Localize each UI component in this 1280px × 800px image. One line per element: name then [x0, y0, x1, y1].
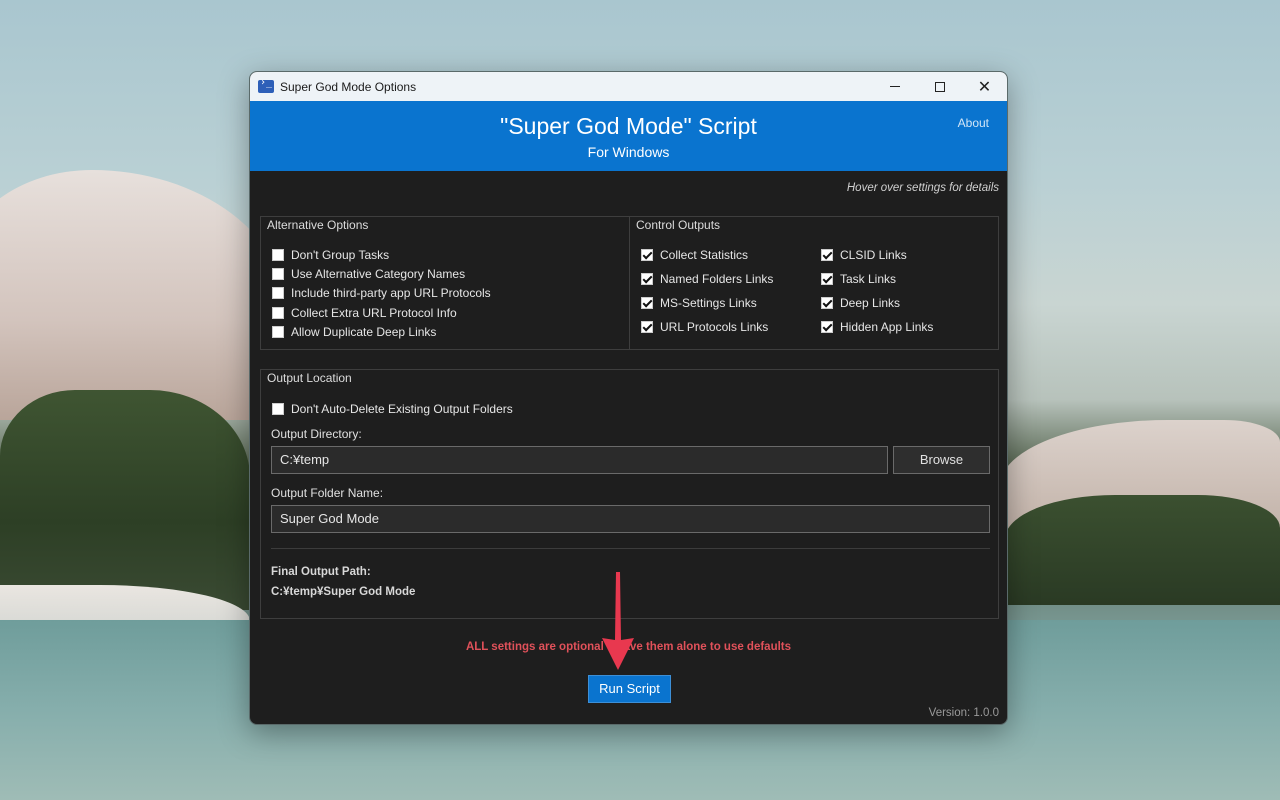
checkbox-label: Include third-party app URL Protocols [291, 286, 491, 300]
run-script-button[interactable]: Run Script [588, 675, 671, 703]
checkbox[interactable] [272, 287, 284, 299]
checkbox-label: Use Alternative Category Names [291, 267, 466, 281]
checkbox-label: Collect Statistics [660, 248, 749, 262]
output-ms-settings-links[interactable]: MS-Settings Links [641, 296, 757, 310]
output-folder-name-input[interactable]: Super God Mode [271, 505, 990, 533]
checkbox-checked[interactable] [821, 297, 833, 309]
wallpaper-forest-right [1005, 495, 1280, 605]
group-legend: Control Outputs [636, 218, 721, 232]
output-hidden-app-links[interactable]: Hidden App Links [821, 320, 933, 334]
output-clsid-links[interactable]: CLSID Links [821, 248, 907, 262]
powershell-icon [258, 77, 274, 93]
app-window: Super God Mode Options ✕ "Super God Mode… [249, 71, 1008, 725]
checkbox-checked[interactable] [641, 321, 653, 333]
output-directory-input[interactable]: C:¥temp [271, 446, 888, 474]
group-legend: Output Location [267, 371, 352, 385]
output-collect-statistics[interactable]: Collect Statistics [641, 248, 748, 262]
title-bar[interactable]: Super God Mode Options ✕ [250, 72, 1007, 101]
header-subtitle: For Windows [587, 144, 670, 160]
checkbox-label: Named Folders Links [660, 272, 774, 286]
checkbox-label: MS-Settings Links [660, 296, 757, 310]
defaults-warning: ALL settings are optional - leave them a… [465, 641, 792, 653]
checkbox[interactable] [272, 268, 284, 280]
checkbox-label: Hidden App Links [840, 320, 934, 334]
wallpaper-forest-left [0, 390, 250, 610]
hover-hint: Hover over settings for details [846, 182, 999, 194]
checkbox-label: Collect Extra URL Protocol Info [291, 306, 457, 320]
divider [271, 548, 990, 549]
app-header: "Super God Mode" Script For Windows Abou… [250, 101, 1007, 171]
checkbox-checked[interactable] [641, 249, 653, 261]
version-label: Version: 1.0.0 [928, 707, 999, 719]
final-output-path-value: C:¥temp¥Super God Mode [271, 586, 416, 598]
checkbox-label: CLSID Links [840, 248, 907, 262]
option-third-party-url-protocols[interactable]: Include third-party app URL Protocols [272, 286, 491, 300]
close-icon: ✕ [977, 76, 992, 96]
checkbox-label: Don't Auto-Delete Existing Output Folder… [291, 402, 513, 416]
window-title: Super God Mode Options [280, 79, 417, 94]
browse-button[interactable]: Browse [893, 446, 990, 474]
checkbox-checked[interactable] [821, 321, 833, 333]
option-dont-group-tasks[interactable]: Don't Group Tasks [272, 248, 389, 262]
option-extra-url-protocol-info[interactable]: Collect Extra URL Protocol Info [272, 306, 457, 320]
output-deep-links[interactable]: Deep Links [821, 296, 900, 310]
control-outputs-group: Control Outputs Collect Statistics Named… [629, 216, 999, 350]
output-folder-name-label: Output Folder Name: [271, 486, 384, 500]
alternative-options-group: Alternative Options Don't Group Tasks Us… [260, 216, 630, 350]
maximize-icon [934, 81, 945, 92]
output-url-protocols-links[interactable]: URL Protocols Links [641, 320, 768, 334]
checkbox-label: Deep Links [840, 296, 901, 310]
option-dont-auto-delete[interactable]: Don't Auto-Delete Existing Output Folder… [272, 402, 513, 416]
final-output-path-label: Final Output Path: [271, 566, 371, 578]
checkbox-label: Allow Duplicate Deep Links [291, 325, 437, 339]
checkbox[interactable] [272, 249, 284, 261]
maximize-button[interactable] [917, 72, 962, 101]
group-legend: Alternative Options [267, 218, 369, 232]
header-title: "Super God Mode" Script [500, 113, 757, 139]
checkbox-checked[interactable] [821, 273, 833, 285]
minimize-icon [889, 86, 900, 87]
minimize-button[interactable] [872, 72, 917, 101]
output-directory-label: Output Directory: [271, 427, 362, 441]
about-link[interactable]: About [958, 116, 989, 130]
wallpaper-snow-hill [0, 170, 290, 420]
close-button[interactable]: ✕ [962, 72, 1007, 101]
checkbox-checked[interactable] [641, 297, 653, 309]
option-alternative-category-names[interactable]: Use Alternative Category Names [272, 267, 465, 281]
checkbox-checked[interactable] [641, 273, 653, 285]
output-task-links[interactable]: Task Links [821, 272, 896, 286]
checkbox-checked[interactable] [821, 249, 833, 261]
output-named-folders-links[interactable]: Named Folders Links [641, 272, 773, 286]
checkbox-label: Don't Group Tasks [291, 248, 390, 262]
checkbox-label: URL Protocols Links [660, 320, 769, 334]
checkbox[interactable] [272, 326, 284, 338]
output-location-group: Output Location Don't Auto-Delete Existi… [260, 369, 999, 619]
checkbox[interactable] [272, 403, 284, 415]
checkbox-label: Task Links [840, 272, 897, 286]
checkbox[interactable] [272, 307, 284, 319]
option-allow-duplicate-deep-links[interactable]: Allow Duplicate Deep Links [272, 325, 436, 339]
